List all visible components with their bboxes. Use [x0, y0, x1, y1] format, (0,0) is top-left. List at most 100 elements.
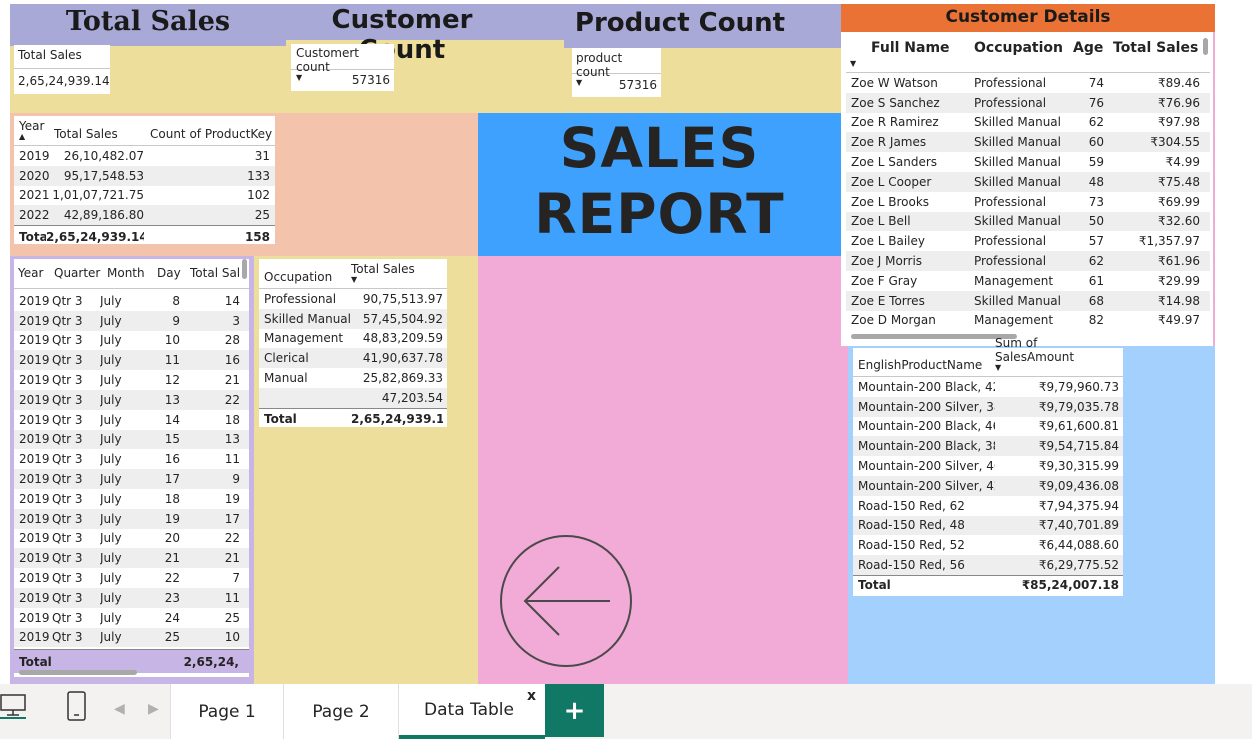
table-row[interactable]: 2021 1,01,07,721.75 102 [14, 186, 275, 206]
close-tab-icon[interactable]: x [527, 688, 536, 704]
customer-details-header[interactable]: Full Name ▼ Occupation Age Total Sales [846, 36, 1210, 73]
desktop-view-icon[interactable] [0, 690, 28, 720]
table-row[interactable]: 2019 26,10,482.07 31 [14, 146, 275, 166]
occupation-col-header[interactable]: Occupation [974, 40, 1073, 68]
table-row[interactable]: Mountain-200 Silver, 42 ₹9,09,436.08 [853, 475, 1123, 496]
table-row[interactable]: Zoe J Morris Professional 62 ₹61.96 [846, 251, 1210, 271]
table-row[interactable]: Zoe F Gray Management 61 ₹29.99 [846, 271, 1210, 291]
year-col-header[interactable]: Year [14, 266, 54, 280]
table-row[interactable]: Clerical 41,90,637.78 [259, 348, 447, 369]
product-name-col-header[interactable]: EnglishProductName [853, 358, 995, 372]
table-row[interactable]: 2019 Qtr 3 July 9 3 [14, 310, 249, 331]
product-count-card[interactable]: product count ▼ 57316 [572, 48, 661, 97]
table-row[interactable]: 2019 Qtr 3 July 25 10 [14, 627, 249, 648]
table-row[interactable]: Zoe L Brooks Professional 73 ₹69.99 [846, 192, 1210, 212]
customer-details-table[interactable]: Full Name ▼ Occupation Age Total Sales Z… [846, 36, 1210, 342]
table-row[interactable]: Road-150 Red, 52 ₹6,44,088.60 [853, 535, 1123, 555]
chevron-right-icon[interactable]: ▶ [148, 700, 159, 717]
phone-view-icon[interactable] [66, 690, 88, 724]
customer-details-vscrollbar[interactable] [1203, 38, 1208, 55]
table-row[interactable]: 2019 Qtr 3 July 18 19 [14, 489, 249, 509]
table-row[interactable]: Zoe R Ramirez Skilled Manual 62 ₹97.98 [846, 113, 1210, 133]
total-sales-col-header[interactable]: Total Sal [190, 266, 242, 280]
customer-count-card[interactable]: Customert count ▼ 57316 [291, 44, 394, 91]
table-row[interactable]: Mountain-200 Black, 46 ₹9,61,600.81 [853, 417, 1123, 437]
table-cell: Qtr 3 [52, 571, 83, 586]
occupation-table-header[interactable]: Occupation Total Sales ▼ [259, 259, 447, 289]
count-productkey-col-header[interactable]: Count of ProductKey [150, 127, 275, 141]
table-row[interactable]: 2019 Qtr 3 July 10 28 [14, 331, 249, 351]
age-col-header[interactable]: Age [1073, 40, 1113, 68]
table-row[interactable]: 2019 Qtr 3 July 11 16 [14, 350, 249, 371]
table-row[interactable]: Zoe W Watson Professional 74 ₹89.46 [846, 73, 1210, 93]
table-row[interactable]: 2019 Qtr 3 July 13 22 [14, 389, 249, 410]
tab-data-table[interactable]: Data Table [399, 684, 545, 739]
total-label: Total [19, 229, 46, 244]
table-row[interactable]: 2019 Qtr 3 July 8 14 [14, 291, 249, 311]
date-table-vscrollbar[interactable] [242, 259, 247, 279]
table-row[interactable]: 2019 Qtr 3 July 22 7 [14, 568, 249, 588]
table-row[interactable]: 2019 Qtr 3 July 20 22 [14, 529, 249, 549]
table-row[interactable]: Zoe D Morgan Management 82 ₹49.97 [846, 311, 1210, 331]
product-count-header[interactable]: product count ▼ [572, 48, 661, 87]
table-row[interactable]: 2019 Qtr 3 July 15 13 [14, 429, 249, 450]
table-row[interactable]: Management 48,83,209.59 [259, 329, 447, 349]
year-table-header[interactable]: Year ▲ Total Sales Count of ProductKey [14, 116, 275, 146]
date-table[interactable]: Year Quarter Month Day Total Sal 2019 Qtr… [14, 259, 249, 677]
table-row[interactable]: Zoe L Sanders Skilled Manual 59 ₹4.99 [846, 152, 1210, 172]
table-row[interactable]: 2019 Qtr 3 July 14 18 [14, 410, 249, 430]
total-sales-col-header[interactable]: Total Sales [1113, 40, 1201, 68]
year-table[interactable]: Year ▲ Total Sales Count of ProductKey 2… [14, 116, 275, 244]
occupation-col-header[interactable]: Occupation [259, 270, 351, 284]
table-row[interactable]: Professional 90,75,513.97 [259, 289, 447, 309]
sum-salesamount-col-header[interactable]: Sum of SalesAmount ▼ [995, 336, 1119, 372]
table-row[interactable]: 2022 42,89,186.80 25 [14, 205, 275, 226]
table-row[interactable]: 2019 Qtr 3 July 17 9 [14, 469, 249, 489]
table-cell: 48,83,209.59 [362, 331, 443, 346]
product-table[interactable]: EnglishProductName Sum of SalesAmount ▼ … [853, 336, 1123, 596]
table-row[interactable]: 47,203.54 [259, 387, 447, 408]
table-row[interactable]: Zoe L Bell Skilled Manual 50 ₹32.60 [846, 211, 1210, 232]
table-row[interactable]: 2019 Qtr 3 July 12 21 [14, 370, 249, 390]
quarter-col-header[interactable]: Quarter [54, 266, 107, 280]
total-label: Total [264, 412, 297, 427]
table-row[interactable]: Mountain-200 Black, 42 ₹9,79,960.73 [853, 377, 1123, 397]
table-row[interactable]: Road-150 Red, 62 ₹7,94,375.94 [853, 496, 1123, 516]
table-row[interactable]: Skilled Manual 57,45,504.92 [259, 308, 447, 329]
customer-count-header[interactable]: Customert count ▼ [291, 44, 394, 82]
month-col-header[interactable]: Month [107, 266, 157, 280]
full-name-col-header[interactable]: Full Name ▼ [846, 40, 974, 68]
table-row[interactable]: Road-150 Red, 48 ₹7,40,701.89 [853, 515, 1123, 536]
total-sales-col-header[interactable]: Total Sales ▼ [351, 262, 447, 284]
table-row[interactable]: 2019 Qtr 3 July 23 11 [14, 587, 249, 608]
table-row[interactable]: 2019 Qtr 3 July 21 21 [14, 548, 249, 569]
table-row[interactable]: Zoe L Bailey Professional 57 ₹1,357.97 [846, 231, 1210, 251]
tab-page-2[interactable]: Page 2 [284, 684, 399, 739]
table-row[interactable]: Manual 25,82,869.33 [259, 368, 447, 388]
product-table-header[interactable]: EnglishProductName Sum of SalesAmount ▼ [853, 336, 1123, 377]
table-row[interactable]: 2019 Qtr 3 July 16 11 [14, 449, 249, 469]
table-row[interactable]: 2019 Qtr 3 July 19 17 [14, 508, 249, 529]
date-table-hscrollbar[interactable] [19, 670, 137, 675]
table-row[interactable]: Mountain-200 Black, 38 ₹9,54,715.84 [853, 436, 1123, 457]
table-row[interactable]: Zoe S Sanchez Professional 76 ₹76.96 [846, 92, 1210, 113]
occupation-table[interactable]: Occupation Total Sales ▼ Professional 90,… [259, 259, 447, 427]
customer-details-hscrollbar[interactable] [851, 334, 1017, 339]
tab-page-1[interactable]: Page 1 [170, 684, 284, 739]
total-sales-card[interactable]: Total Sales 2,65,24,939.14 [14, 45, 110, 94]
date-table-header[interactable]: Year Quarter Month Day Total Sal [14, 259, 249, 289]
table-row[interactable]: Zoe E Torres Skilled Manual 68 ₹14.98 [846, 290, 1210, 311]
table-row[interactable]: Zoe R James Skilled Manual 60 ₹304.55 [846, 132, 1210, 153]
chevron-left-icon[interactable]: ◀ [114, 700, 125, 717]
table-row[interactable]: Mountain-200 Silver, 46 ₹9,30,315.99 [853, 456, 1123, 476]
table-row[interactable]: Road-150 Red, 56 ₹6,29,775.52 [853, 555, 1123, 575]
table-row[interactable]: Mountain-200 Silver, 38 ₹9,79,035.78 [853, 396, 1123, 417]
total-sales-col-header[interactable]: Total Sales [54, 127, 150, 141]
back-arrow-icon[interactable] [497, 532, 635, 670]
add-page-button[interactable]: + [545, 684, 604, 737]
day-col-header[interactable]: Day [157, 266, 190, 280]
table-row[interactable]: 2019 Qtr 3 July 24 25 [14, 608, 249, 628]
table-row[interactable]: 2020 95,17,548.53 133 [14, 165, 275, 186]
year-col-header[interactable]: Year ▲ [14, 119, 54, 141]
table-row[interactable]: Zoe L Cooper Skilled Manual 48 ₹75.48 [846, 171, 1210, 192]
